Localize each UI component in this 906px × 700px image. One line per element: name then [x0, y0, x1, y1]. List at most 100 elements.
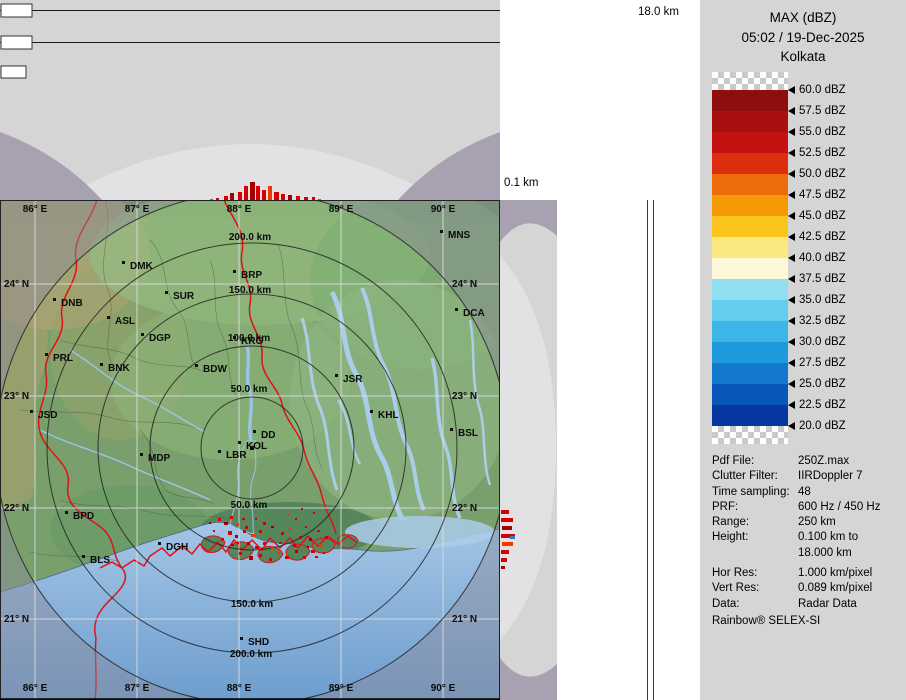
station-label: DNB	[61, 298, 83, 309]
radar-echo-cell	[247, 542, 250, 545]
radar-echo-cell	[315, 556, 318, 558]
radar-echo-cell	[325, 536, 328, 539]
info-value: 18.000 km	[798, 546, 902, 561]
radar-echo-cell	[289, 528, 292, 530]
cross-section-right-panel[interactable]	[500, 200, 660, 700]
info-label: Time sampling:	[712, 485, 798, 500]
station-dot	[450, 428, 453, 431]
cross-section-echo-cell	[501, 550, 509, 554]
info-value: 600 Hz / 450 Hz	[798, 500, 902, 515]
latitude-label: 24° N	[4, 279, 29, 290]
legend-checker-bottom	[712, 426, 788, 444]
legend-entry-label: 27.5 dBZ	[799, 357, 846, 369]
longitude-label: 86° E	[23, 204, 48, 215]
legend-tick-arrow-icon	[788, 149, 795, 157]
cross-section-echo-cell	[502, 526, 512, 530]
radar-echo-cell	[259, 530, 262, 533]
legend-entry: 40.0 dBZ	[788, 251, 846, 265]
info-label: Height:	[712, 530, 798, 545]
info-value: 48	[798, 485, 902, 500]
info-label: Clutter Filter:	[712, 469, 798, 484]
info-label: Pdf File:	[712, 454, 798, 469]
longitude-label: 89° E	[329, 683, 354, 694]
longitude-label: 90° E	[431, 204, 456, 215]
radar-echo-cell	[317, 530, 320, 532]
cross-section-echo-cell	[230, 193, 234, 200]
info-label: Data:	[712, 597, 798, 612]
range-ring-label: 150.0 km	[229, 285, 271, 296]
radar-echo-cell	[271, 546, 274, 549]
station-label: JSD	[38, 410, 57, 421]
radar-echo-cell	[236, 523, 239, 526]
radar-echo-cell	[251, 534, 255, 537]
legend-tick-arrow-icon	[788, 107, 795, 115]
radar-echo-cell	[287, 514, 289, 516]
axis-tick-box	[1, 66, 26, 78]
software-branding: Rainbow® SELEX-SI	[712, 615, 820, 627]
info-value: 250Z.max	[798, 454, 902, 469]
legend-entry-label: 52.5 dBZ	[799, 147, 846, 159]
cross-section-echo-cell	[501, 558, 507, 562]
legend-tick-arrow-icon	[788, 275, 795, 283]
longitude-label: 88° E	[227, 204, 252, 215]
legend-color-block	[712, 342, 788, 363]
legend-color-block	[712, 237, 788, 258]
station-dot	[165, 291, 168, 294]
radar-echo-cell	[323, 552, 325, 554]
legend-color-block	[712, 300, 788, 321]
radar-echo-cell	[285, 556, 289, 559]
station-label: PRL	[53, 353, 73, 364]
station-dot	[53, 298, 56, 301]
station-dot	[65, 511, 68, 514]
station-label: BSL	[458, 428, 478, 439]
radar-echo-cell	[230, 516, 233, 519]
latitude-label: 22° N	[4, 503, 29, 514]
legend-panel: MAX (dBZ) 05:02 / 19-Dec-2025 Kolkata 60…	[700, 0, 906, 700]
info-label: Range:	[712, 515, 798, 530]
legend-entry: 25.0 dBZ	[788, 377, 846, 391]
legend-color-block	[712, 153, 788, 174]
radar-map-panel[interactable]: 86° E86° E87° E87° E88° E88° E89° E89° E…	[0, 200, 500, 700]
station-dot	[140, 453, 143, 456]
info-row: Height:0.100 km to	[712, 530, 902, 545]
radar-echo-cell	[213, 530, 215, 532]
station-dot	[82, 555, 85, 558]
info-label: PRF:	[712, 500, 798, 515]
legend-color-blocks	[712, 90, 788, 426]
legend-entry-label: 60.0 dBZ	[799, 84, 846, 96]
legend-entry-label: 40.0 dBZ	[799, 252, 846, 264]
legend-labels: 60.0 dBZ57.5 dBZ55.0 dBZ52.5 dBZ50.0 dBZ…	[788, 72, 903, 452]
range-ring-label: 150.0 km	[231, 599, 273, 610]
latitude-label: 22° N	[452, 503, 477, 514]
latitude-label: 23° N	[4, 391, 29, 402]
info-value: 250 km	[798, 515, 902, 530]
cross-section-top-panel[interactable]	[0, 0, 500, 200]
info-row: Pdf File:250Z.max	[712, 454, 902, 469]
radar-echo-cell	[309, 538, 312, 541]
legend-tick-arrow-icon	[788, 128, 795, 136]
legend-checker-top	[712, 72, 788, 90]
legend-entry-label: 20.0 dBZ	[799, 420, 846, 432]
station-label: BLS	[90, 555, 110, 566]
radar-echo-cell	[263, 522, 266, 525]
legend-entry: 37.5 dBZ	[788, 272, 846, 286]
station-dot	[253, 430, 256, 433]
legend-entry-label: 55.0 dBZ	[799, 126, 846, 138]
station-label: DD	[261, 430, 275, 441]
legend-entry: 22.5 dBZ	[788, 398, 846, 412]
legend-entry: 35.0 dBZ	[788, 293, 846, 307]
radar-echo-cell	[269, 558, 272, 561]
station-dot	[233, 336, 236, 339]
info-value: IIRDoppler 7	[798, 469, 902, 484]
legend-tick-arrow-icon	[788, 254, 795, 262]
radar-echo-cell	[237, 542, 239, 544]
latitude-label: 23° N	[452, 391, 477, 402]
legend-entry-label: 37.5 dBZ	[799, 273, 846, 285]
delta-mouth	[345, 516, 495, 548]
radar-echo-cell	[231, 544, 234, 546]
radar-echo-cell	[259, 554, 262, 557]
latitude-label: 21° N	[4, 614, 29, 625]
info-row: 18.000 km	[712, 546, 902, 561]
cross-section-echo-cell	[244, 186, 248, 200]
station-dot	[195, 364, 198, 367]
